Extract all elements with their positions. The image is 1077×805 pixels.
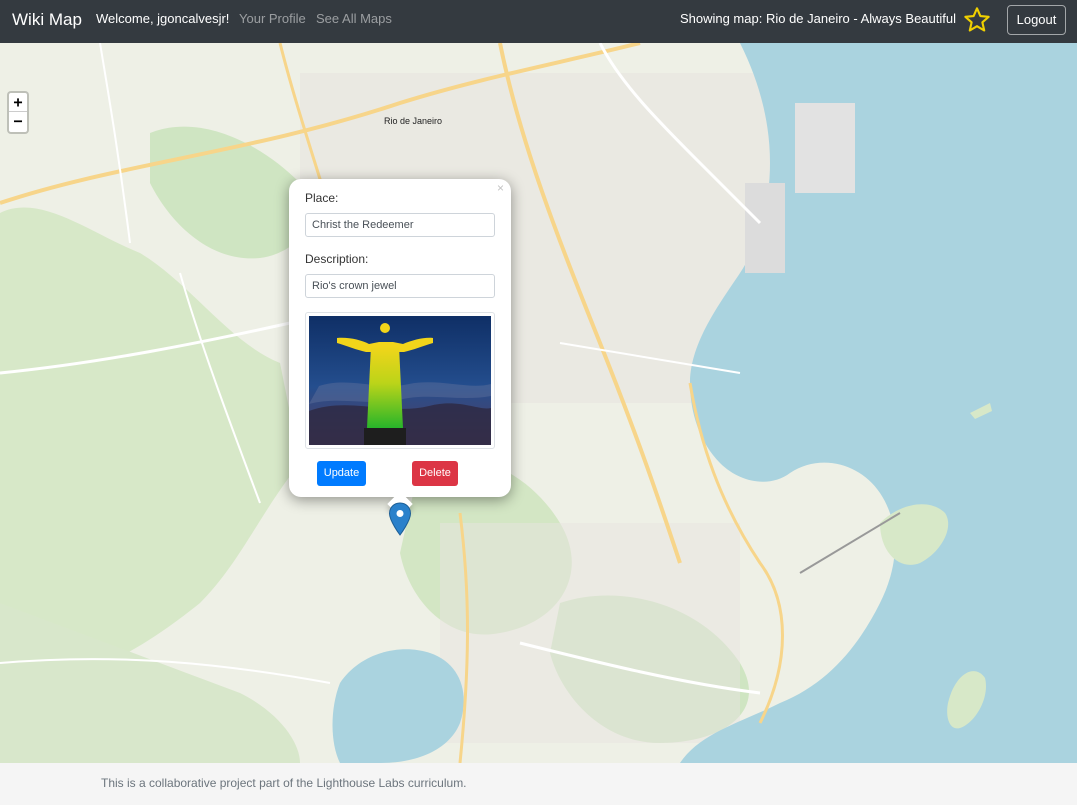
christ-the-redeemer-photo [309,316,491,445]
zoom-control: + − [7,91,29,134]
logout-button[interactable]: Logout [1007,5,1066,35]
popup-close-button[interactable]: × [497,182,504,194]
place-label: Place: [305,191,339,205]
city-label: Rio de Janeiro [384,116,443,126]
description-label: Description: [305,252,369,266]
brand-title[interactable]: Wiki Map [12,10,82,30]
zoom-out-button[interactable]: − [9,112,27,131]
description-input[interactable] [305,274,495,298]
page-footer: This is a collaborative project part of … [0,763,1077,805]
footer-text: This is a collaborative project part of … [101,776,467,790]
current-map-title: Showing map: Rio de Janeiro - Always Bea… [679,11,956,26]
see-all-maps-link[interactable]: See All Maps [316,11,392,27]
place-photo [305,312,495,449]
update-button[interactable]: Update [317,461,366,486]
map-canvas[interactable]: Rio de Janeiro + − [0,43,1077,763]
your-profile-link[interactable]: Your Profile [239,11,306,27]
map-tiles [0,43,1077,763]
top-navbar: Wiki Map Welcome, jgoncalvesjr! Your Pro… [0,0,1077,43]
zoom-in-button[interactable]: + [9,93,27,112]
map-marker-icon[interactable] [388,502,412,536]
place-input[interactable] [305,213,495,237]
delete-button[interactable]: Delete [412,461,458,486]
favorite-star-icon[interactable] [963,6,991,34]
welcome-text: Welcome, jgoncalvesjr! [96,11,230,26]
